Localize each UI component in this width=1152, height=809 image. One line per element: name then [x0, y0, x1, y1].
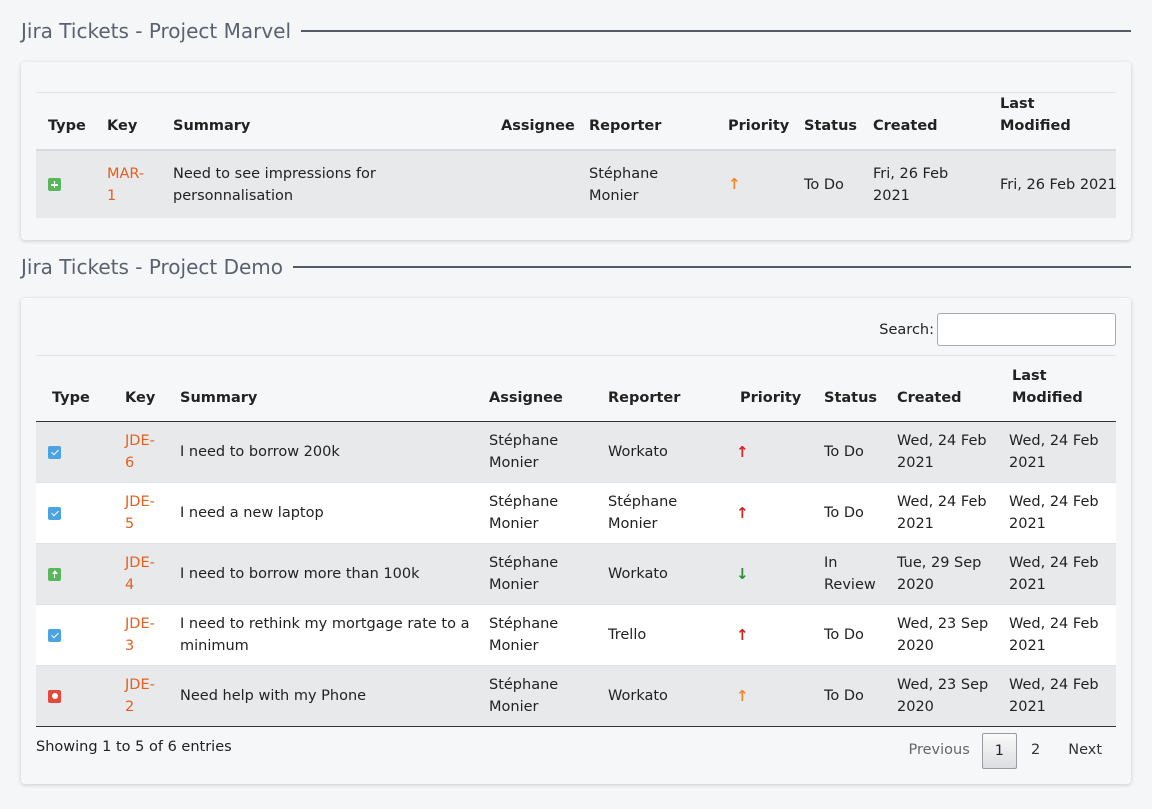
ticket-key-link[interactable]: JDE-4: [125, 555, 155, 593]
column-header-priority[interactable]: Priority: [716, 93, 792, 151]
ticket-last-modified: Wed, 24 Feb 2021: [1009, 494, 1099, 532]
ticket-assignee: Stéphane Monier: [489, 555, 559, 593]
section-title-demo-text: Jira Tickets - Project Demo: [21, 255, 284, 279]
low-priority-arrow-down-icon: ↓: [736, 564, 749, 583]
task-icon: [48, 506, 61, 520]
task-icon: [48, 628, 61, 642]
column-header-priority[interactable]: Priority: [720, 356, 808, 422]
table-row: MAR-1 Need to see impressions for person…: [36, 150, 1117, 218]
ticket-reporter: Workato: [608, 688, 668, 704]
column-header-summary[interactable]: Summary: [161, 93, 489, 151]
ticket-assignee: Stéphane Monier: [489, 677, 559, 715]
ticket-key-link[interactable]: JDE-2: [125, 677, 155, 715]
search-input[interactable]: [937, 313, 1116, 346]
ticket-status: To Do: [824, 688, 864, 704]
search-box: Search:: [879, 313, 1116, 346]
column-header-key[interactable]: Key: [108, 356, 172, 422]
next-page-button[interactable]: Next: [1054, 733, 1116, 769]
section-divider: [301, 30, 1131, 32]
ticket-key-link[interactable]: JDE-6: [125, 433, 155, 471]
section-title-marvel-text: Jira Tickets - Project Marvel: [21, 19, 292, 43]
high-priority-arrow-up-icon: ↑: [736, 442, 749, 461]
medium-priority-arrow-up-icon: ↑: [728, 175, 741, 193]
pagination: Previous 1 2 Next: [896, 733, 1116, 769]
ticket-created: Wed, 23 Sep 2020: [897, 616, 989, 654]
search-label: Search:: [879, 321, 934, 338]
ticket-summary: Need help with my Phone: [180, 688, 367, 704]
ticket-key-link[interactable]: JDE-5: [125, 494, 155, 532]
ticket-reporter: Trello: [608, 627, 647, 643]
high-priority-arrow-up-icon: ↑: [736, 503, 749, 522]
ticket-assignee: Stéphane Monier: [489, 616, 559, 654]
column-header-type[interactable]: Type: [36, 93, 95, 151]
table-row: JDE-6 I need to borrow 200k Stéphane Mon…: [36, 421, 1116, 483]
ticket-last-modified: Fri, 26 Feb 2021: [1000, 176, 1117, 193]
ticket-last-modified: Wed, 24 Feb 2021: [1009, 555, 1099, 593]
ticket-key-link[interactable]: JDE-3: [125, 616, 155, 654]
page-1-button[interactable]: 1: [981, 733, 1017, 769]
column-header-type[interactable]: Type: [36, 356, 108, 422]
marvel-tickets-table: Type Key Summary Assignee Reporter Prior…: [36, 92, 1117, 218]
table-row: JDE-2 Need help with my Phone Stéphane M…: [36, 665, 1116, 727]
column-header-summary[interactable]: Summary: [172, 356, 481, 422]
ticket-summary: I need to rethink my mortgage rate to a …: [180, 616, 470, 654]
ticket-last-modified: Wed, 24 Feb 2021: [1009, 616, 1099, 654]
ticket-status: In Review: [824, 555, 876, 593]
table-row: JDE-4 I need to borrow more than 100k St…: [36, 543, 1116, 605]
ticket-status: To Do: [804, 176, 844, 193]
ticket-reporter: Stéphane Monier: [608, 494, 678, 532]
ticket-reporter: Workato: [608, 566, 668, 582]
high-priority-arrow-up-icon: ↑: [736, 625, 749, 644]
table-header-row: Type Key Summary Assignee Reporter Prior…: [36, 355, 1116, 422]
task-icon: [48, 445, 61, 459]
ticket-status: To Do: [824, 627, 864, 643]
ticket-created: Fri, 26 Feb 2021: [873, 165, 949, 204]
ticket-created: Wed, 23 Sep 2020: [897, 677, 989, 715]
bug-icon: [48, 689, 61, 703]
ticket-status: To Do: [824, 444, 864, 460]
entries-info: Showing 1 to 5 of 6 entries: [36, 739, 232, 755]
ticket-last-modified: Wed, 24 Feb 2021: [1009, 677, 1099, 715]
ticket-assignee: Stéphane Monier: [489, 433, 559, 471]
ticket-status: To Do: [824, 505, 864, 521]
section-title-demo: Jira Tickets - Project Demo: [21, 252, 1131, 282]
new-feature-icon: [48, 178, 61, 191]
column-header-created[interactable]: Created: [861, 93, 988, 151]
ticket-reporter: Workato: [608, 444, 668, 460]
ticket-created: Wed, 24 Feb 2021: [897, 433, 987, 471]
ticket-assignee: [489, 150, 577, 218]
ticket-created: Wed, 24 Feb 2021: [897, 494, 987, 532]
page-2-button[interactable]: 2: [1017, 733, 1054, 769]
column-header-key[interactable]: Key: [95, 93, 161, 151]
demo-tickets-card: Search: Type Key Summary Assignee Report…: [21, 298, 1131, 784]
ticket-summary: I need to borrow 200k: [180, 444, 340, 460]
demo-tickets-table: Type Key Summary Assignee Reporter Prior…: [36, 355, 1116, 727]
ticket-created: Tue, 29 Sep 2020: [897, 555, 982, 593]
ticket-summary: Need to see impressions for personnalisa…: [173, 165, 376, 204]
section-title-marvel: Jira Tickets - Project Marvel: [21, 16, 1131, 46]
ticket-reporter: Stéphane Monier: [589, 165, 659, 204]
ticket-assignee: Stéphane Monier: [489, 494, 559, 532]
improvement-icon: [48, 567, 61, 581]
medium-priority-arrow-up-icon: ↑: [736, 686, 749, 705]
previous-page-button[interactable]: Previous: [896, 733, 981, 769]
ticket-summary: I need to borrow more than 100k: [180, 566, 420, 582]
table-row: JDE-5 I need a new laptop Stéphane Monie…: [36, 482, 1116, 544]
column-header-reporter[interactable]: Reporter: [600, 356, 720, 422]
marvel-tickets-card: Type Key Summary Assignee Reporter Prior…: [21, 62, 1131, 240]
section-divider: [293, 266, 1131, 268]
column-header-assignee[interactable]: Assignee: [481, 356, 600, 422]
column-header-reporter[interactable]: Reporter: [577, 93, 716, 151]
column-header-last-modified[interactable]: Last Modified: [988, 93, 1116, 151]
column-header-created[interactable]: Created: [889, 356, 1003, 422]
column-header-last-modified[interactable]: Last Modified: [1003, 356, 1116, 422]
ticket-key-link[interactable]: MAR-1: [107, 163, 147, 207]
column-header-status[interactable]: Status: [792, 93, 861, 151]
ticket-last-modified: Wed, 24 Feb 2021: [1009, 433, 1099, 471]
ticket-summary: I need a new laptop: [180, 505, 324, 521]
table-header-row: Type Key Summary Assignee Reporter Prior…: [36, 92, 1116, 151]
column-header-status[interactable]: Status: [808, 356, 889, 422]
column-header-assignee[interactable]: Assignee: [489, 93, 577, 151]
table-row: JDE-3 I need to rethink my mortgage rate…: [36, 604, 1116, 666]
